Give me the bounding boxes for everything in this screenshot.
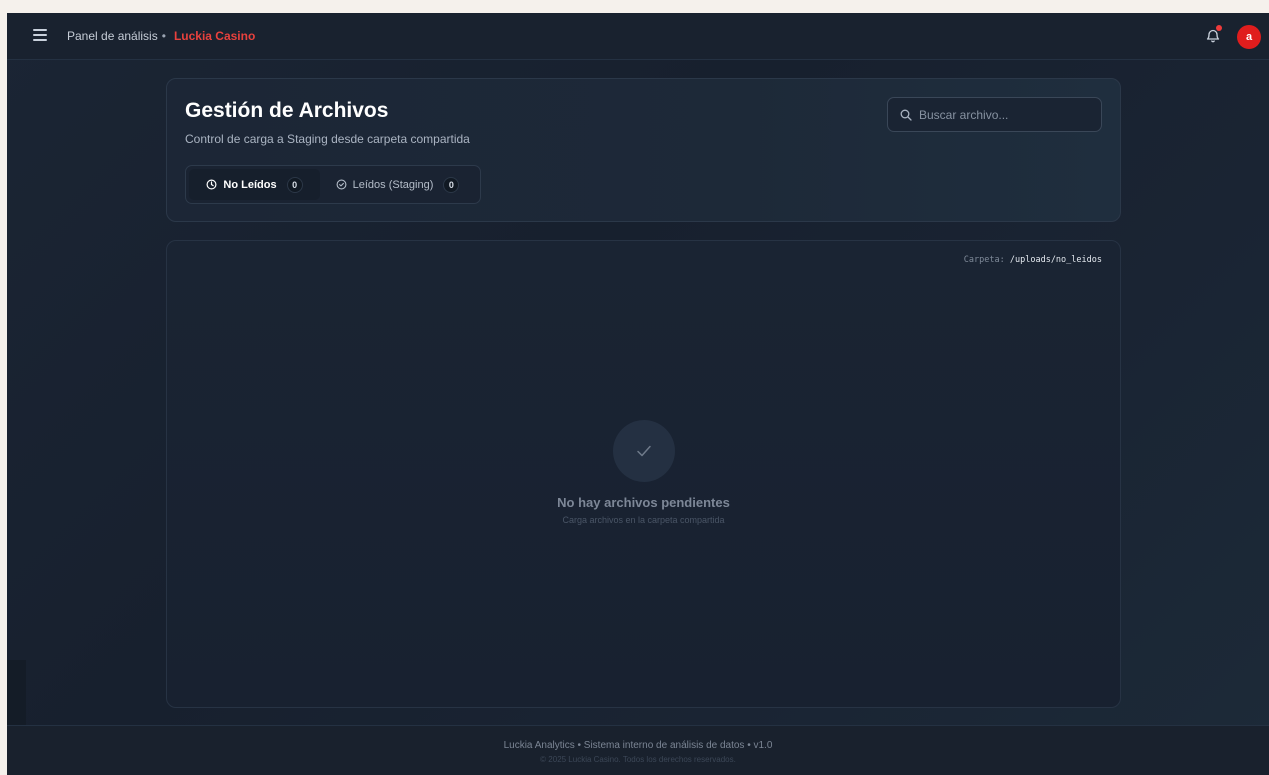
bell-icon[interactable] (1206, 25, 1222, 44)
page-title: Gestión de Archivos (185, 99, 389, 122)
folder-path: /uploads/no_leidos (1009, 255, 1102, 265)
brand-name: Luckia Casino (173, 29, 256, 43)
breadcrumb-section[interactable]: Panel de análisis (67, 29, 158, 43)
footer-copyright: © 2025 Luckia Casino. Todos los derechos… (540, 755, 736, 764)
folder-indicator: Carpeta: /uploads/no_leidos (964, 255, 1102, 265)
tab-label: No Leídos (223, 178, 277, 191)
top-bar: Panel de análisis • Luckia Casino a (7, 13, 1269, 60)
hamburger-icon[interactable] (33, 29, 47, 43)
clock-icon (206, 179, 217, 190)
check-circle-icon (336, 179, 347, 190)
tab-leidos-staging[interactable]: Leídos (Staging) 0 (320, 169, 475, 200)
tab-count-badge: 0 (286, 176, 303, 193)
tab-no-leidos[interactable]: No Leídos 0 (189, 169, 320, 200)
breadcrumb-separator: • (161, 29, 166, 43)
header-card: Gestión de Archivos Control de carga a S… (166, 78, 1121, 222)
file-tabs: No Leídos 0 Leídos (Staging) 0 (185, 165, 481, 204)
footer: Luckia Analytics • Sistema interno de an… (7, 725, 1269, 775)
empty-state-title: No hay archivos pendientes (557, 495, 730, 510)
files-panel: Carpeta: /uploads/no_leidos No hay archi… (166, 240, 1121, 708)
search-box[interactable] (887, 97, 1102, 132)
empty-state-icon (613, 420, 675, 482)
search-input[interactable] (919, 107, 1089, 122)
footer-info: Luckia Analytics • Sistema interno de an… (503, 740, 773, 751)
empty-state-subtitle: Carga archivos en la carpeta compartida (562, 515, 725, 525)
page-subtitle: Control de carga a Staging desde carpeta… (185, 132, 470, 146)
tab-count-badge: 0 (443, 176, 460, 193)
user-avatar[interactable]: a (1237, 25, 1261, 49)
notification-dot (1216, 25, 1222, 31)
app-window: Panel de análisis • Luckia Casino a Gest… (7, 13, 1269, 775)
search-icon (900, 109, 912, 121)
breadcrumb: Panel de análisis • Luckia Casino (67, 29, 255, 43)
check-icon (637, 445, 651, 457)
folder-label: Carpeta: (963, 255, 1005, 265)
side-strip (7, 660, 26, 725)
tab-label: Leídos (Staging) (352, 178, 434, 191)
